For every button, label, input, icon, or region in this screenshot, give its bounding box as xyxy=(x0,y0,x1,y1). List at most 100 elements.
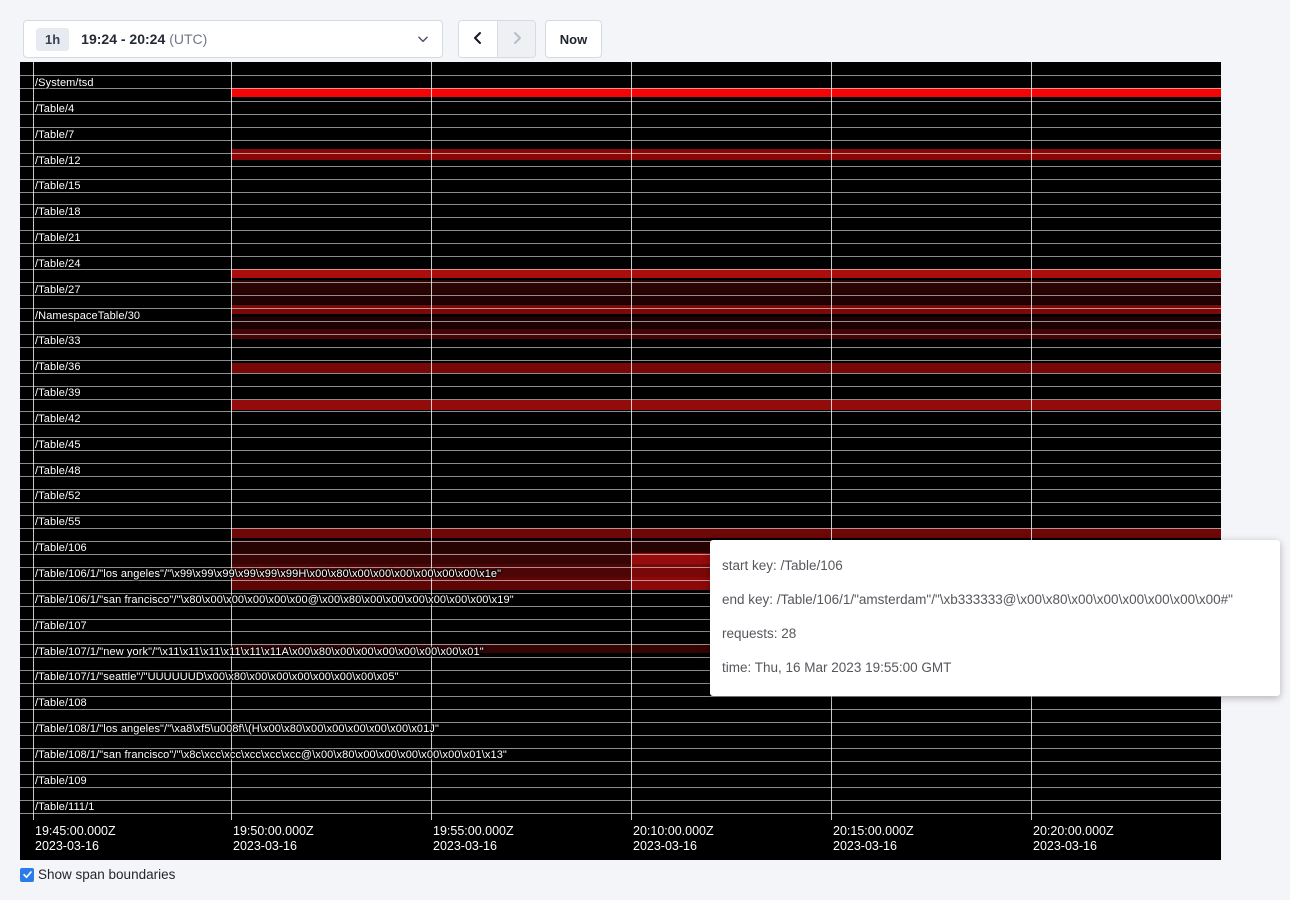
row-gridline xyxy=(20,774,1221,775)
hover-tooltip: start key: /Table/106 end key: /Table/10… xyxy=(710,540,1280,696)
prev-range-button[interactable] xyxy=(459,21,497,57)
check-icon xyxy=(22,869,33,880)
span-boundary-line xyxy=(431,62,432,820)
tick-date: 2023-03-16 xyxy=(233,839,314,854)
tick-date: 2023-03-16 xyxy=(633,839,714,854)
toolbar: 1h 19:24 - 20:24 (UTC) Now xyxy=(0,0,1290,62)
chevron-left-icon xyxy=(470,30,486,49)
span-boundary-line xyxy=(831,62,832,820)
tick-date: 2023-03-16 xyxy=(35,839,116,854)
row-key-label: /Table/107 xyxy=(35,620,87,633)
show-span-boundaries-row: Show span boundaries xyxy=(20,867,175,882)
row-gridline xyxy=(20,269,1221,270)
row-gridline xyxy=(20,308,1221,309)
row-key-label: /Table/4 xyxy=(35,103,74,116)
row-gridline xyxy=(20,243,1221,244)
tick-time: 20:15:00.000Z xyxy=(833,824,914,839)
row-key-label: /Table/27 xyxy=(35,284,81,297)
tooltip-start-key: start key: /Table/106 xyxy=(722,548,1268,582)
row-gridline xyxy=(20,528,1221,529)
next-range-button[interactable] xyxy=(497,21,535,57)
row-gridline xyxy=(20,114,1221,115)
heat-band xyxy=(231,363,1221,373)
span-boundary-line xyxy=(33,62,34,820)
row-gridline xyxy=(20,515,1221,516)
row-key-label: /Table/108/1/"san francisco"/"\x8c\xcc\x… xyxy=(35,749,507,762)
row-key-label: /Table/7 xyxy=(35,129,74,142)
now-button[interactable]: Now xyxy=(545,20,602,58)
tooltip-requests: requests: 28 xyxy=(722,616,1268,650)
row-gridline xyxy=(20,127,1221,128)
row-gridline xyxy=(20,437,1221,438)
tick-time: 20:20:00.000Z xyxy=(1033,824,1114,839)
row-gridline xyxy=(20,101,1221,102)
row-key-label: /Table/48 xyxy=(35,465,81,478)
row-key-label: /Table/111/1 xyxy=(35,801,95,814)
row-key-label: /Table/21 xyxy=(35,232,81,245)
row-key-label: /Table/15 xyxy=(35,180,81,193)
show-span-boundaries-label: Show span boundaries xyxy=(38,867,175,882)
row-key-label: /Table/107/1/"seattle"/"UUUUUUD\x00\x80\… xyxy=(35,671,399,684)
row-gridline xyxy=(20,192,1221,193)
row-gridline xyxy=(20,489,1221,490)
x-axis-tick: 20:10:00.000Z2023-03-16 xyxy=(633,824,714,854)
row-gridline xyxy=(20,179,1221,180)
row-gridline xyxy=(20,256,1221,257)
row-gridline xyxy=(20,386,1221,387)
row-gridline xyxy=(20,399,1221,400)
row-key-label: /Table/24 xyxy=(35,258,81,271)
time-range-select[interactable]: 1h 19:24 - 20:24 (UTC) xyxy=(23,20,443,58)
row-gridline xyxy=(20,321,1221,322)
row-key-label: /Table/36 xyxy=(35,361,81,374)
row-key-label: /Table/18 xyxy=(35,206,81,219)
heat-band xyxy=(231,528,1221,538)
row-gridline xyxy=(20,295,1221,296)
heat-band xyxy=(231,305,1221,314)
row-key-label: /Table/42 xyxy=(35,413,81,426)
row-gridline xyxy=(20,411,1221,412)
heat-band xyxy=(231,269,1221,278)
key-visualizer-heatmap[interactable]: /System/tsd/Table/4/Table/7/Table/12/Tab… xyxy=(20,62,1221,860)
tick-date: 2023-03-16 xyxy=(433,839,514,854)
row-key-label: /Table/106 xyxy=(35,542,87,555)
row-key-label: /Table/106/1/"san francisco"/"\x80\x00\x… xyxy=(35,594,514,607)
range-text: 19:24 - 20:24 xyxy=(81,31,165,47)
row-gridline xyxy=(20,476,1221,477)
row-key-label: /Table/55 xyxy=(35,516,81,529)
x-axis-tick: 19:55:00.000Z2023-03-16 xyxy=(433,824,514,854)
row-gridline xyxy=(20,502,1221,503)
show-span-boundaries-checkbox[interactable] xyxy=(20,868,34,882)
row-gridline xyxy=(20,696,1221,697)
row-gridline xyxy=(20,166,1221,167)
row-key-label: /Table/107/1/"new york"/"\x11\x11\x11\x1… xyxy=(35,646,484,659)
heat-band xyxy=(231,88,1221,97)
row-gridline xyxy=(20,787,1221,788)
heat-band xyxy=(231,149,1221,160)
x-axis-tick: 20:20:00.000Z2023-03-16 xyxy=(1033,824,1114,854)
tooltip-end-key: end key: /Table/106/1/"amsterdam"/"\xb33… xyxy=(722,582,1268,616)
row-gridline xyxy=(20,373,1221,374)
row-key-label: /Table/45 xyxy=(35,439,81,452)
row-gridline xyxy=(20,282,1221,283)
tick-time: 20:10:00.000Z xyxy=(633,824,714,839)
heat-band xyxy=(231,317,1221,329)
chevron-down-icon xyxy=(416,32,430,46)
row-gridline xyxy=(20,709,1221,710)
row-key-label: /Table/39 xyxy=(35,387,81,400)
row-gridline xyxy=(20,204,1221,205)
row-gridline xyxy=(20,813,1221,814)
chevron-right-icon xyxy=(509,30,525,49)
row-gridline xyxy=(20,360,1221,361)
row-gridline xyxy=(20,230,1221,231)
row-gridline xyxy=(20,450,1221,451)
row-key-label: /Table/108 xyxy=(35,697,87,710)
row-gridline xyxy=(20,334,1221,335)
span-boundary-line xyxy=(231,62,232,820)
row-key-label: /NamespaceTable/30 xyxy=(35,310,140,323)
row-key-label: /Table/52 xyxy=(35,490,81,503)
tick-time: 19:45:00.000Z xyxy=(35,824,116,839)
range-duration-chip: 1h xyxy=(36,28,69,51)
row-gridline xyxy=(20,88,1221,89)
row-gridline xyxy=(20,800,1221,801)
row-key-label: /Table/106/1/"los angeles"/"\x99\x99\x99… xyxy=(35,568,501,581)
